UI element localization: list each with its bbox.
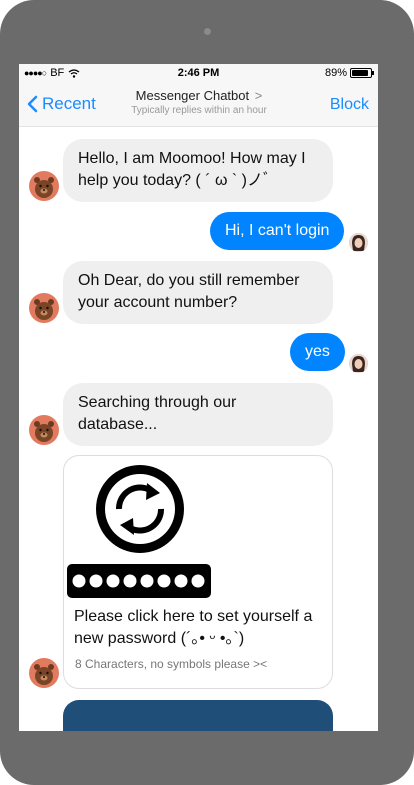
password-dot — [106, 574, 120, 588]
battery-icon — [350, 68, 374, 78]
battery-percent: 89% — [324, 67, 347, 79]
next-card-preview[interactable] — [63, 700, 333, 731]
chat-header[interactable]: Messenger Chatbot > Typically replies wi… — [109, 88, 289, 116]
bot-message: Hello, I am Moomoo! How may I help you t… — [63, 139, 333, 202]
bear-avatar-icon — [29, 171, 59, 201]
password-dot — [191, 574, 205, 588]
reset-password-card[interactable]: Please click here to set yourself a new … — [63, 455, 333, 689]
status-bar: ●●●●○ BF 2:46 PM 89% — [19, 64, 378, 84]
chat-title: Messenger Chatbot — [135, 88, 250, 103]
back-label: Recent — [42, 94, 96, 113]
password-dot — [140, 574, 154, 588]
phone-speaker — [204, 28, 211, 35]
chat-subtitle: Typically replies within an hour — [131, 105, 267, 116]
password-dot — [123, 574, 137, 588]
user-message: yes — [290, 333, 345, 371]
card-subtitle: 8 Characters, no symbols please >< — [75, 657, 268, 671]
password-dot — [89, 574, 103, 588]
block-button[interactable]: Block — [330, 96, 369, 114]
password-dot — [174, 574, 188, 588]
back-button[interactable]: Recent — [27, 94, 96, 114]
chevron-right-icon: > — [254, 88, 263, 103]
chevron-left-icon — [27, 95, 38, 113]
user-message: Hi, I can't login — [210, 212, 345, 250]
password-field-icon — [67, 564, 211, 598]
password-dot — [72, 574, 86, 588]
bear-avatar-icon — [29, 658, 59, 688]
password-dot — [157, 574, 171, 588]
user-photo-icon — [349, 233, 368, 252]
bear-avatar-icon — [29, 293, 59, 323]
bear-avatar-icon — [29, 415, 59, 445]
bot-message: Searching through our database... — [63, 383, 333, 446]
user-avatar — [349, 233, 368, 252]
reset-password-illustration — [67, 465, 211, 598]
user-avatar — [349, 354, 368, 373]
screen: ●●●●○ BF 2:46 PM 89% Recent Messenger Ch… — [19, 64, 378, 731]
reset-password-link[interactable]: Please click here to set yourself a new … — [74, 606, 324, 650]
bot-message: Oh Dear, do you still remember your acco… — [63, 261, 333, 324]
user-photo-icon — [349, 354, 368, 373]
nav-bar: Recent Messenger Chatbot > Typically rep… — [19, 84, 378, 127]
phone-frame: ●●●●○ BF 2:46 PM 89% Recent Messenger Ch… — [0, 0, 414, 785]
